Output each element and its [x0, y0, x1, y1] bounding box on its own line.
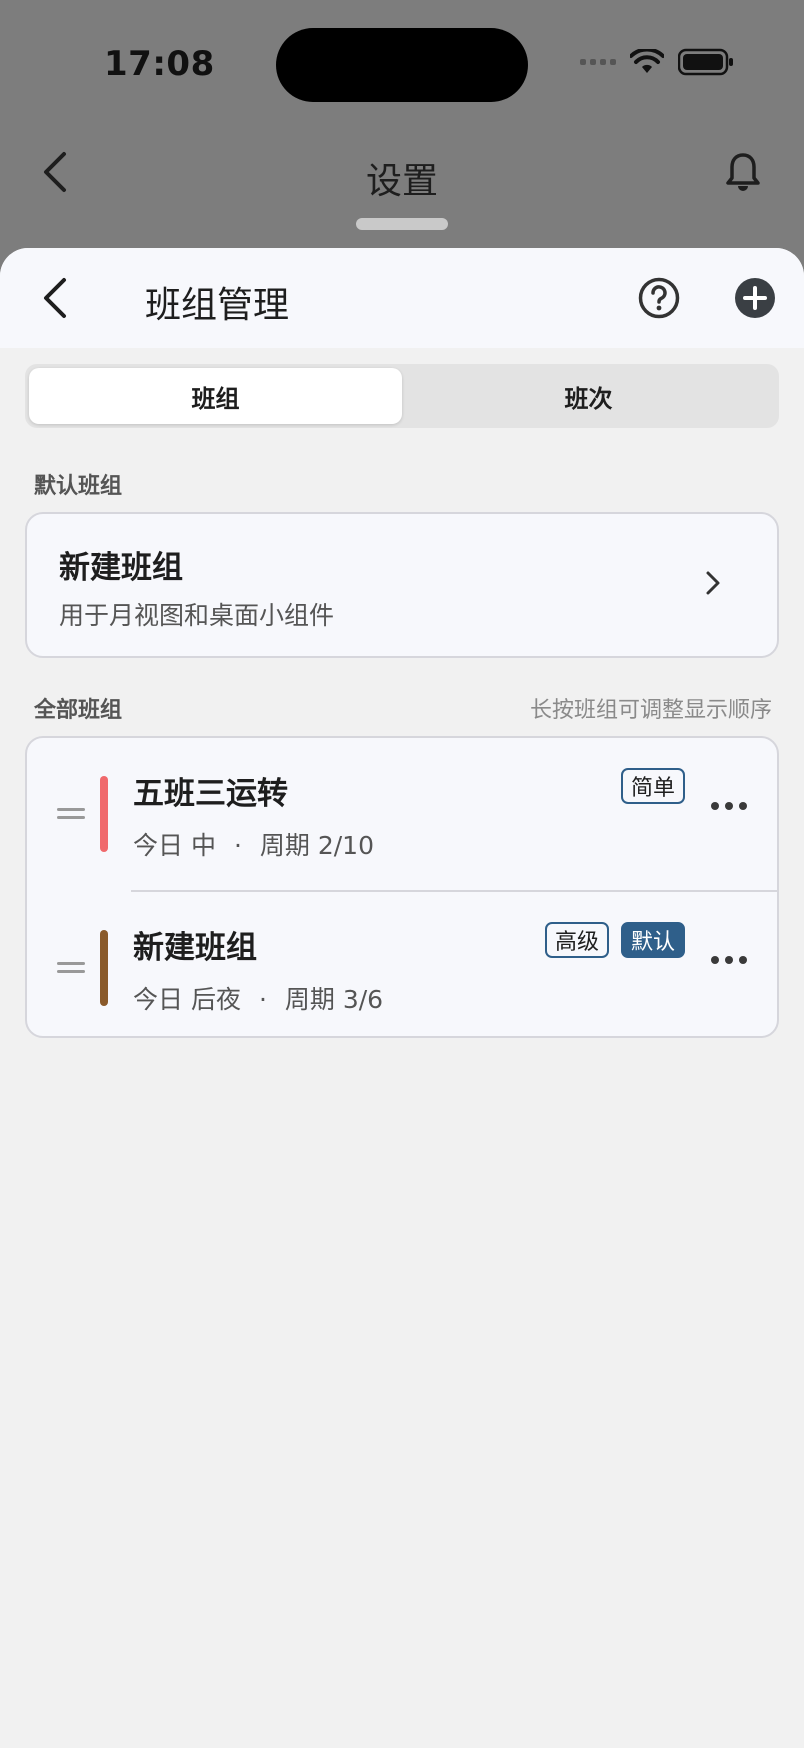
sheet-grabber[interactable] — [356, 218, 448, 230]
cellular-signal-icon — [580, 59, 616, 65]
battery-icon — [678, 48, 733, 76]
sheet-nav-bar: 班组管理 — [0, 248, 804, 348]
reorder-hint: 长按班组可调整显示顺序 — [529, 698, 772, 723]
wifi-icon — [630, 49, 664, 73]
badge-simple: 简单 — [620, 768, 685, 804]
team-badges: 高级 默认 — [544, 922, 685, 958]
back-button[interactable] — [40, 276, 70, 324]
segmented-control: 班组 班次 — [25, 364, 779, 428]
more-options-icon[interactable] — [711, 956, 747, 964]
badge-advanced: 高级 — [544, 922, 609, 958]
team-status: 今日 中 · 周期 2/10 — [133, 826, 374, 862]
drag-handle-icon[interactable] — [57, 962, 85, 978]
default-team-title: 新建班组 — [59, 550, 183, 586]
team-list: 五班三运转 简单 今日 中 · 周期 2/10 新建班组 高级 默认 今日 后夜 · 周… — [25, 736, 779, 1038]
page-title: 班组管理 — [145, 285, 290, 326]
team-cycle: 周期 3/6 — [284, 985, 384, 1014]
dynamic-island — [276, 28, 528, 102]
tab-shift[interactable]: 班次 — [402, 368, 775, 424]
status-time: 17:08 — [104, 44, 215, 84]
team-row[interactable]: 五班三运转 简单 今日 中 · 周期 2/10 — [27, 738, 777, 892]
add-team-button[interactable] — [734, 277, 776, 323]
team-today: 今日 中 — [133, 831, 216, 860]
tab-team[interactable]: 班组 — [29, 368, 402, 424]
team-color-bar — [100, 930, 108, 1006]
status-icons — [580, 48, 734, 76]
help-icon[interactable] — [638, 277, 680, 323]
team-name: 新建班组 — [133, 930, 257, 966]
team-name: 五班三运转 — [133, 776, 288, 812]
team-today: 今日 后夜 — [133, 985, 241, 1014]
separator-dot: · — [258, 985, 267, 1014]
bell-icon[interactable] — [726, 152, 760, 198]
default-team-card[interactable]: 新建班组 用于月视图和桌面小组件 — [25, 512, 779, 658]
default-team-section-label: 默认班组 — [34, 474, 123, 499]
background-page: 17:08 设置 — [0, 0, 804, 260]
all-teams-section-label: 全部班组 — [34, 698, 123, 723]
team-management-sheet: 班组管理 班组 班次 默认班组 新建班组 用于月视图和桌面小组件 全部班组 长按… — [0, 248, 804, 1748]
team-row[interactable]: 新建班组 高级 默认 今日 后夜 · 周期 3/6 — [27, 892, 777, 1036]
badge-default: 默认 — [620, 922, 685, 958]
team-status: 今日 后夜 · 周期 3/6 — [133, 980, 383, 1016]
drag-handle-icon[interactable] — [57, 808, 85, 824]
team-color-bar — [100, 776, 108, 852]
team-badges: 简单 — [620, 768, 685, 804]
separator-dot: · — [233, 831, 242, 860]
default-team-subtitle: 用于月视图和桌面小组件 — [59, 601, 335, 630]
more-options-icon[interactable] — [711, 802, 747, 810]
background-page-title: 设置 — [365, 161, 438, 202]
chevron-right-icon — [705, 570, 721, 600]
team-cycle: 周期 2/10 — [259, 831, 374, 860]
